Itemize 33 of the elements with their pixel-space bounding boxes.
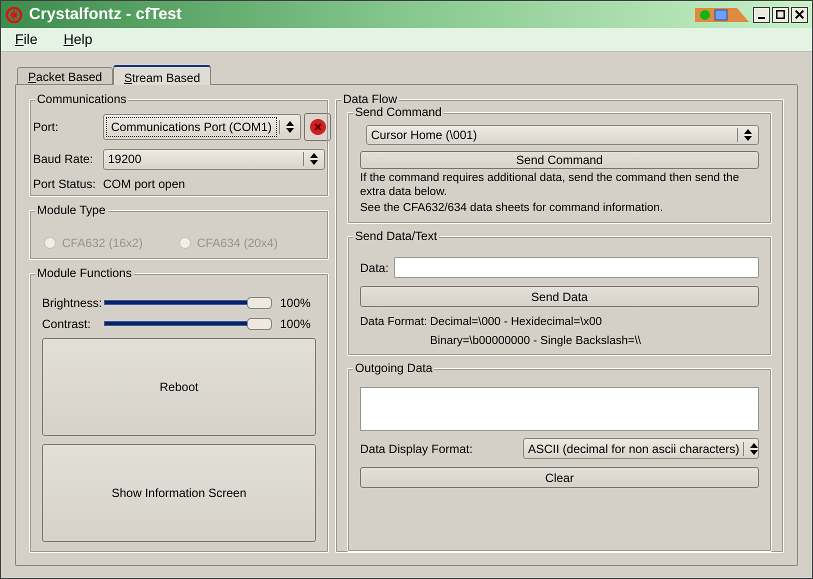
slider-value: 100% [280,294,311,312]
push-button[interactable]: Show Information Screen [42,444,316,542]
display-format-label: Data Display Format: [360,440,473,458]
menu-item[interactable]: Help [58,29,98,50]
port-status-value: COM port open [103,176,186,193]
menu-item[interactable]: File [9,29,44,50]
slider-label: Contrast: [42,316,92,332]
radio-label: CFA632 (16x2) [62,235,143,252]
data-format-label: Data Format: [360,315,428,330]
data-format-text: Binary=\b00000000 - Single Backslash=\\ [430,334,641,349]
info-text: If the command requires additional data, send the command then send the extra data below. [360,171,740,199]
tab[interactable]: Stream Based [113,65,212,85]
dropdown[interactable]: Cursor Home (\001) [366,125,759,145]
info-text: See the CFA632/634 data sheets for command information. [360,201,664,215]
dropdown[interactable]: 19200 [103,148,325,170]
window-title: Crystalfontz - cfTest [29,4,182,24]
push-button[interactable]: Send Data [360,286,759,307]
data-format-text: Decimal=\000 - Hexidecimal=\x00 [430,315,603,330]
tab[interactable]: Packet Based [17,67,114,84]
group-title: Outgoing Data [353,360,434,376]
slider-label: Brightness: [42,294,104,312]
port-status-label: Port Status: [33,176,97,193]
dropdown[interactable]: Communications Port (COM1) [103,114,301,140]
data-label: Data: [360,260,390,276]
push-button[interactable]: Reboot [42,338,316,436]
baud-rate-label: Baud Rate: [33,151,94,168]
slider-value: 100% [280,316,311,332]
push-button[interactable]: Clear [360,467,759,488]
radio-label: CFA634 (20x4) [197,235,278,252]
push-button[interactable]: Send Command [360,151,759,169]
port-label: Port: [33,119,60,136]
dropdown[interactable]: ASCII (decimal for non ascii characters) [523,438,759,459]
group-title: Module Type [35,202,108,218]
